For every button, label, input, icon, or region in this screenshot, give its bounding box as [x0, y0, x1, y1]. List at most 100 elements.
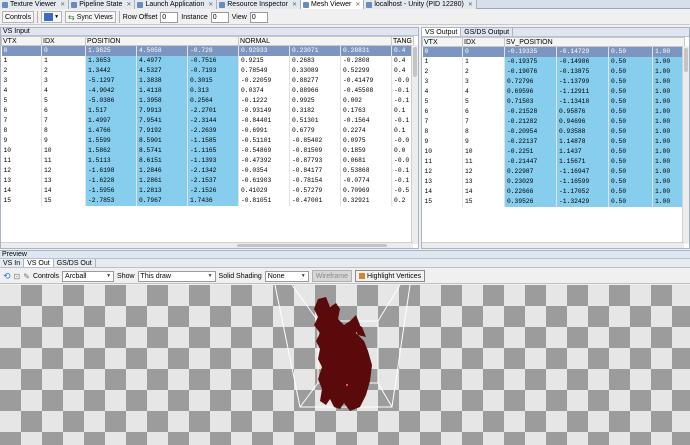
instance-input[interactable]: 0	[210, 11, 229, 23]
tab-label: Resource Inspector	[227, 1, 288, 8]
cell-vtx: 12	[1, 165, 42, 176]
table-row[interactable]: 2 2 1.3442 4.5327 -0.7193 0.78549 0.33089 0.522…	[1, 65, 415, 76]
scrollbar-thumb[interactable]	[237, 244, 387, 247]
fit-view-icon[interactable]: ⊡	[14, 272, 21, 281]
scrollbar-thumb[interactable]	[413, 47, 417, 77]
table-row[interactable]: 10 10 1.5862 8.5741 -1.1165 -0.54869 -0.81509 0…	[1, 145, 415, 156]
document-tab[interactable]: Texture Viewer ✕	[0, 0, 70, 9]
cell-vtx: 13	[1, 175, 42, 186]
cell-sv-position-w: 1.00	[652, 66, 685, 77]
vs-output-horizontal-scrollbar[interactable]	[422, 242, 684, 248]
column-header-vtx[interactable]: VTX	[422, 37, 463, 47]
column-header-vtx[interactable]: VTX	[1, 36, 42, 46]
tab-vs-in[interactable]: VS In	[0, 259, 25, 267]
chevron-down-icon: ▼	[300, 273, 306, 279]
document-tab[interactable]: Launch Application ✕	[135, 0, 218, 9]
cell-idx: 12	[41, 165, 86, 176]
table-row[interactable]: 12 12 0.22987 -1.16947 0.50 1.00	[422, 166, 685, 177]
table-row[interactable]: 0 0 1.3625 4.5058 -0.728 0.92933 0.23071 0.2883…	[1, 45, 415, 56]
close-icon[interactable]: ✕	[126, 1, 131, 8]
cell-vtx: 7	[1, 115, 42, 126]
tab-vs-out[interactable]: VS Out	[24, 259, 54, 267]
table-row[interactable]: 7 7 -0.21282 0.94696 0.50 1.00	[422, 116, 685, 127]
cell-pos-z: -1.1393	[187, 155, 240, 166]
table-row[interactable]: 5 5 0.71503 -1.13418 0.50 1.00	[422, 96, 685, 107]
document-tab[interactable]: Resource Inspector ✕	[217, 0, 301, 9]
document-tab[interactable]: localhost - Unity (PID 12280) ✕	[364, 0, 477, 9]
close-icon[interactable]: ✕	[468, 1, 473, 8]
close-icon[interactable]: ✕	[60, 1, 65, 8]
table-row[interactable]: 9 9 1.5599 8.5901 -1.1585 -0.51101 -0.85402 0.0…	[1, 135, 415, 146]
view-input[interactable]: 0	[249, 11, 268, 23]
controls-select[interactable]: Arcball ▼	[62, 270, 115, 282]
column-header-idx[interactable]: IDX	[462, 37, 505, 47]
cell-normal-x: -0.6991	[238, 125, 291, 136]
table-row[interactable]: 11 11 -0.21447 1.15671 0.50 1.00	[422, 156, 685, 167]
tab-gs-ds-output[interactable]: GS/DS Output	[461, 28, 514, 36]
close-icon[interactable]: ✕	[292, 1, 297, 8]
cell-normal-z: 0.1859	[340, 145, 393, 156]
vs-output-vertical-scrollbar[interactable]	[682, 46, 689, 244]
vs-input-horizontal-scrollbar[interactable]	[1, 242, 413, 248]
tab-icon	[137, 1, 144, 8]
row-offset-input[interactable]: 0	[160, 11, 179, 23]
cell-normal-y: 0.88277	[289, 75, 342, 86]
table-row[interactable]: 13 13 0.23029 -1.16599 0.50 1.00	[422, 176, 685, 187]
column-header-normal[interactable]: NORMAL	[238, 36, 393, 46]
vs-input-vertical-scrollbar[interactable]	[411, 45, 418, 244]
cell-sv-position-w: 1.00	[652, 176, 685, 187]
scrollbar-thumb[interactable]	[684, 48, 688, 72]
vs-input-table: VTX IDX POSITION NORMAL TANG 0 0 1.3625 4.5…	[1, 36, 415, 206]
table-row[interactable]: 15 15 -2.7853 0.7967 1.7436 -0.81051 -0.47001 0…	[1, 195, 415, 206]
table-row[interactable]: 8 8 1.4766 7.9192 -2.2639 -0.6991 0.6779 0.2274…	[1, 125, 415, 136]
table-row[interactable]: 3 3 0.72796 -1.13799 0.50 1.00	[422, 76, 685, 87]
highlight-vertices-button[interactable]: Highlight Vertices	[355, 270, 426, 282]
table-row[interactable]: 6 6 1.517 7.9913 -2.2701 -0.93149 0.3182 0.1763…	[1, 105, 415, 116]
column-header-sv-position[interactable]: SV_POSITION	[504, 37, 685, 47]
table-row[interactable]: 10 10 -0.2251 1.1437 0.50 1.00	[422, 146, 685, 157]
table-row[interactable]: 9 9 -0.22137 1.14878 0.50 1.00	[422, 136, 685, 147]
tab-gs-ds-out[interactable]: GS/DS Out	[54, 259, 96, 267]
cell-idx: 1	[41, 55, 86, 66]
table-row[interactable]: 13 13 -1.6228 1.2861 -2.1537 -0.61903 -0.78154…	[1, 175, 415, 186]
table-row[interactable]: 14 14 0.22666 -1.17052 0.50 1.00	[422, 186, 685, 197]
table-row[interactable]: 14 14 -1.5956 1.2813 -2.1526 0.41029 -0.57279 0…	[1, 185, 415, 196]
table-row[interactable]: 6 6 -0.21528 0.95876 0.50 1.00	[422, 106, 685, 117]
cell-vtx: 6	[1, 105, 42, 116]
table-row[interactable]: 7 7 1.4997 7.9541 -2.3144 -0.84401 0.51301 -0.1…	[1, 115, 415, 126]
cell-vtx: 3	[422, 76, 463, 87]
table-row[interactable]: 0 0 -0.19335 -0.14729 0.50 1.00	[422, 46, 685, 57]
cell-idx: 15	[41, 195, 86, 206]
column-header-position[interactable]: POSITION	[84, 36, 240, 46]
document-tab[interactable]: Mesh Viewer ✕	[300, 0, 365, 9]
column-header-idx[interactable]: IDX	[41, 36, 86, 46]
cell-normal-z: 0.53868	[340, 165, 393, 176]
table-row[interactable]: 1 1 -0.19375 -0.14986 0.50 1.00	[422, 56, 685, 67]
layout-dropdown[interactable]: ▼	[41, 11, 63, 23]
document-tab[interactable]: Pipeline State ✕	[69, 0, 136, 9]
table-row[interactable]: 15 15 0.39526 -1.32429 0.50 1.00	[422, 196, 685, 207]
table-row[interactable]: 4 4 0.69596 -1.12911 0.50 1.00	[422, 86, 685, 97]
controls-button[interactable]: Controls	[2, 11, 35, 23]
wireframe-button[interactable]: Wireframe	[311, 270, 353, 282]
tab-vs-output[interactable]: VS Output	[422, 28, 462, 36]
table-row[interactable]: 11 11 1.5113 8.6151 -1.1393 -0.47392 -0.87793 0…	[1, 155, 415, 166]
table-row[interactable]: 8 8 -0.20954 0.93588 0.50 1.00	[422, 126, 685, 137]
table-row[interactable]: 5 5 -5.0386 1.3958 0.2564 -0.1222 0.9925 0.002-…	[1, 95, 415, 106]
show-select[interactable]: This draw ▼	[137, 270, 216, 282]
sync-views-toggle[interactable]: ⇆ Sync Views	[65, 11, 116, 23]
controls-select-value: Arcball	[65, 272, 87, 280]
cell-pos-y: 0.7967	[136, 195, 188, 206]
close-icon[interactable]: ✕	[208, 1, 213, 8]
table-row[interactable]: 2 2 -0.19076 -0.13875 0.50 1.00	[422, 66, 685, 77]
table-row[interactable]: 3 3 -5.1297 1.3838 0.3015 -0.22059 0.88277 -0.4…	[1, 75, 415, 86]
close-icon[interactable]: ✕	[355, 1, 360, 8]
cell-vtx: 11	[1, 155, 42, 166]
preview-viewport[interactable]	[0, 285, 690, 445]
table-row[interactable]: 4 4 -4.9042 1.4118 0.313 0.0374 0.88966 -0.4550…	[1, 85, 415, 96]
table-row[interactable]: 12 12 -1.6198 1.2846 -2.1342 -0.0354 -0.84177 0…	[1, 165, 415, 176]
reset-camera-icon[interactable]: ⟲	[3, 271, 11, 282]
settings-icon[interactable]: ✎	[23, 272, 30, 281]
table-row[interactable]: 1 1 1.3653 4.4977 -0.7516 0.9215 0.2683 -0.2808…	[1, 55, 415, 66]
solid-shading-select[interactable]: None ▼	[264, 270, 309, 282]
